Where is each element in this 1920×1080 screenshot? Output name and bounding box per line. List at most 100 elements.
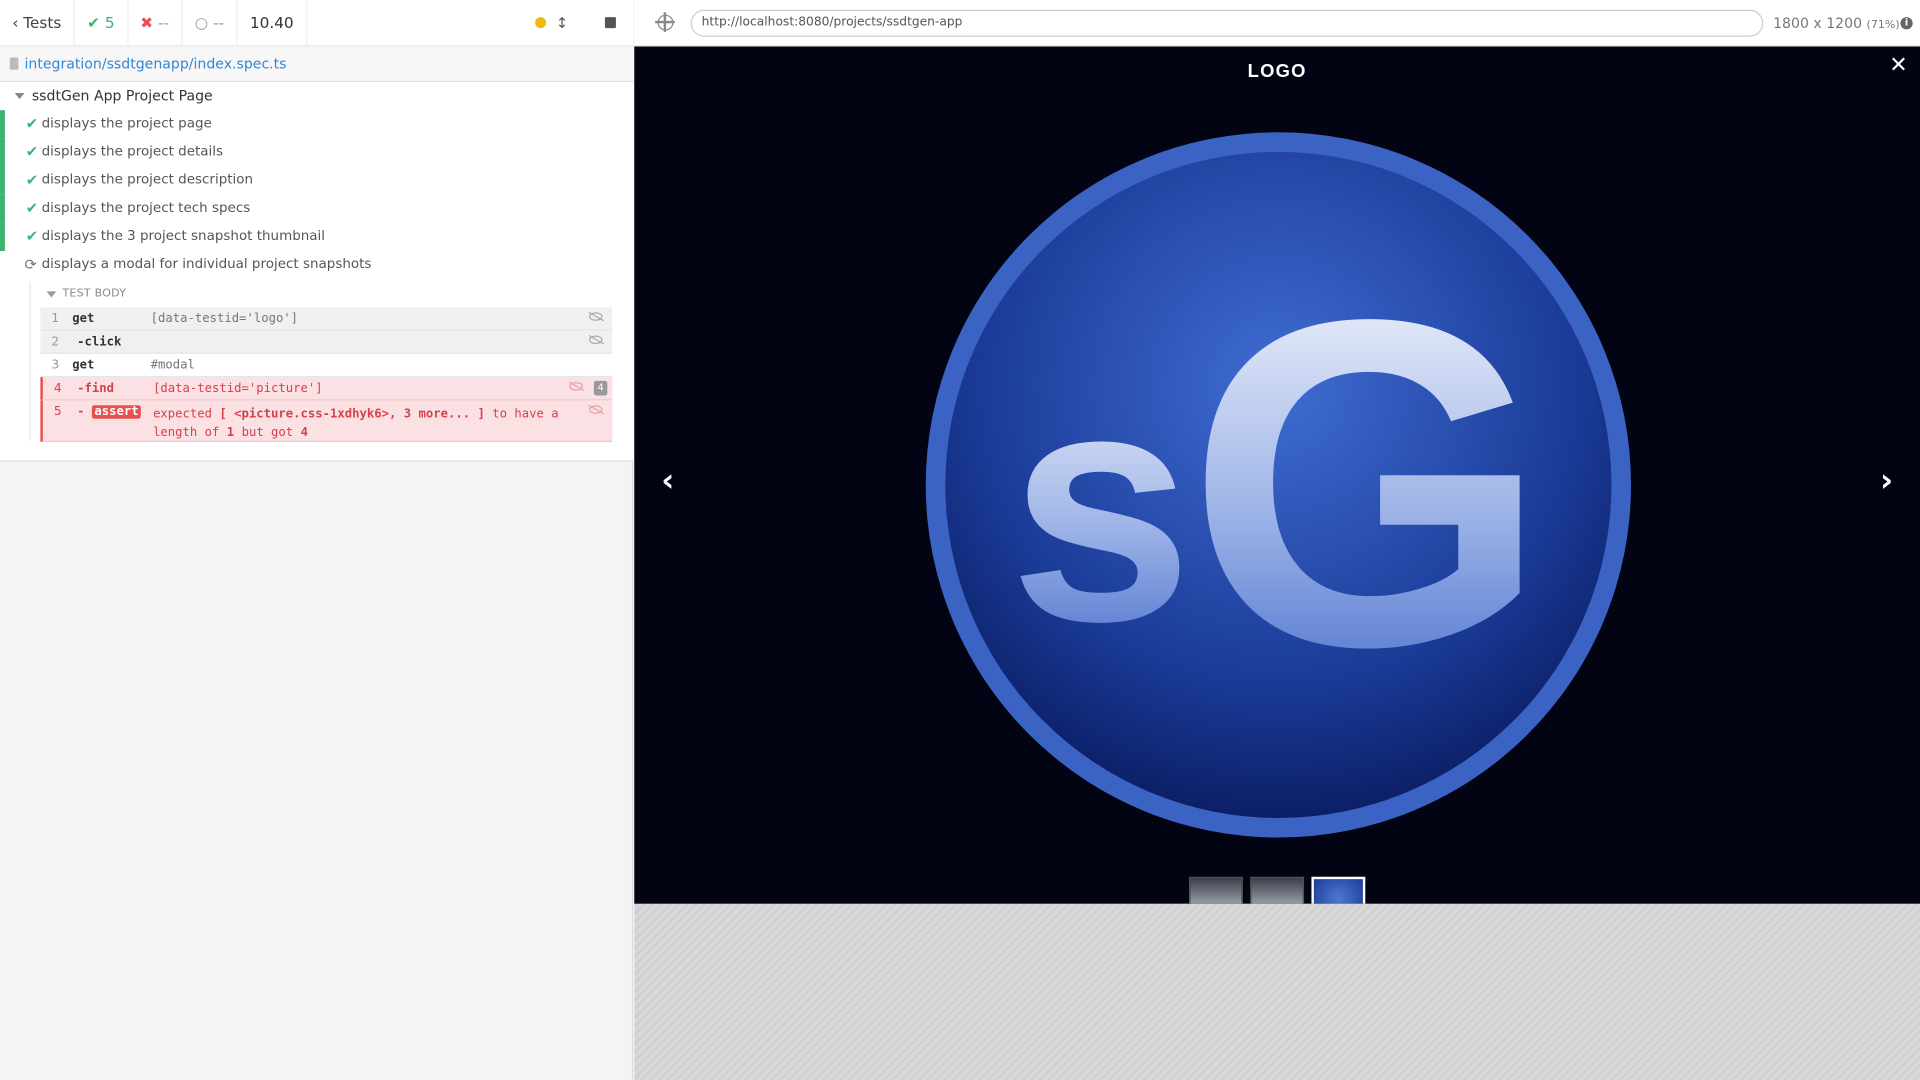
msg-part: [ <picture.css-1xdhyk6>, 3 more... ] bbox=[219, 407, 485, 422]
sg-logo-image: s G bbox=[925, 132, 1632, 838]
check-icon: ✔ bbox=[25, 227, 39, 245]
test-item[interactable]: ✔ displays the project details bbox=[0, 138, 633, 167]
viewport-size: 1800 x 1200 bbox=[1773, 14, 1863, 32]
command-number: 5 bbox=[53, 405, 62, 419]
duration-value: 10.40 bbox=[249, 13, 294, 32]
selector-playground-icon[interactable] bbox=[655, 12, 675, 32]
test-reporter-panel: ‹ Tests ✔ 5 ✖ -- ○ -- 10.40 ↕ integratio… bbox=[0, 0, 634, 1080]
eye-slash-icon bbox=[588, 312, 603, 321]
spec-file-link[interactable]: integration/ssdtgenapp/index.spec.ts bbox=[0, 46, 634, 83]
command-name: -find bbox=[77, 381, 115, 395]
chevron-left-icon: ‹ bbox=[12, 13, 19, 32]
circle-icon: ○ bbox=[194, 13, 209, 32]
aut-header: http://localhost:8080/projects/ssdtgen-a… bbox=[634, 0, 1920, 47]
caret-down-icon bbox=[46, 290, 57, 297]
stop-icon[interactable] bbox=[604, 17, 616, 29]
msg-part: to have a bbox=[492, 407, 559, 422]
modal-title: LOGO bbox=[1247, 61, 1307, 83]
command-name: get bbox=[72, 358, 95, 372]
thumbnail-strip bbox=[1188, 876, 1366, 904]
check-icon: ✔ bbox=[87, 13, 100, 32]
command-row-error[interactable]: 4 -find [data-testid='picture'] 4 bbox=[40, 377, 613, 401]
viewport-info: 1800 x 1200 (71%) bbox=[1773, 15, 1900, 32]
app-under-test: LOGO ✕ ‹ › s G bbox=[634, 46, 1920, 1080]
pending-count[interactable]: ○ -- bbox=[183, 0, 238, 46]
thumbnail-active[interactable] bbox=[1311, 876, 1366, 904]
eye-slash-icon bbox=[588, 335, 603, 345]
check-icon: ✔ bbox=[25, 143, 39, 161]
command-name: get bbox=[72, 311, 95, 326]
passed-bar bbox=[0, 222, 5, 252]
eye-slash-icon bbox=[588, 405, 603, 414]
msg-part: 4 bbox=[300, 426, 308, 440]
test-item[interactable]: ✔ displays the project page bbox=[0, 110, 633, 139]
caret-down-icon bbox=[14, 92, 25, 99]
tests-back-button[interactable]: ‹ Tests bbox=[0, 0, 75, 46]
command-row[interactable]: 3 get #modal bbox=[40, 353, 613, 378]
eye-slash-icon bbox=[569, 382, 583, 391]
passed-bar bbox=[0, 138, 5, 167]
command-message: #modal bbox=[150, 358, 195, 372]
info-icon[interactable]: i bbox=[1900, 17, 1913, 30]
command-message: [data-testid='picture'] bbox=[153, 381, 323, 395]
suite-title[interactable]: ssdtGen App Project Page bbox=[14, 86, 213, 105]
test-body-header[interactable]: TEST BODY bbox=[46, 288, 127, 300]
tests-label: Tests bbox=[23, 13, 62, 32]
check-icon: ✔ bbox=[25, 115, 39, 133]
command-number: 4 bbox=[53, 381, 62, 395]
command-message: [data-testid='logo'] bbox=[150, 311, 299, 326]
chevron-left-icon[interactable]: ‹ bbox=[661, 463, 674, 500]
command-name: - assert bbox=[77, 405, 142, 419]
test-label: displays the 3 project snapshot thumbnai… bbox=[41, 227, 326, 244]
close-icon[interactable]: ✕ bbox=[1889, 53, 1907, 79]
test-label: displays a modal for individual project … bbox=[41, 255, 372, 272]
chevron-right-icon[interactable]: › bbox=[1880, 463, 1893, 500]
passed-count[interactable]: ✔ 5 bbox=[75, 0, 129, 46]
test-item[interactable]: ✔ displays the 3 project snapshot thumbn… bbox=[0, 222, 633, 252]
snapshot-modal: LOGO ✕ ‹ › s G bbox=[634, 46, 1920, 904]
command-number: 3 bbox=[51, 358, 60, 372]
msg-part: but got bbox=[241, 426, 294, 440]
failed-value: -- bbox=[158, 13, 170, 32]
thumbnail[interactable] bbox=[1250, 876, 1305, 904]
command-row-error[interactable]: 5 - assert expected [ <picture.css-1xdhy… bbox=[40, 400, 613, 443]
pending-value: -- bbox=[213, 13, 225, 32]
command-prefix: - bbox=[77, 405, 85, 419]
thumbnail[interactable] bbox=[1188, 876, 1243, 904]
command-row[interactable]: 1 get [data-testid='logo'] bbox=[40, 307, 613, 331]
test-label: displays the project page bbox=[41, 115, 212, 132]
file-icon bbox=[9, 57, 19, 70]
element-count-badge: 4 bbox=[593, 380, 608, 396]
test-label: displays the project details bbox=[41, 143, 224, 160]
command-number: 1 bbox=[51, 311, 60, 326]
check-icon: ✔ bbox=[25, 171, 39, 189]
viewport-zoom: (71%) bbox=[1866, 19, 1900, 32]
test-item[interactable]: ✔ displays the project description bbox=[0, 166, 633, 195]
run-controls: ↕ bbox=[535, 0, 633, 46]
url-bar[interactable]: http://localhost:8080/projects/ssdtgen-a… bbox=[690, 9, 1764, 37]
command-divider bbox=[29, 281, 31, 441]
running-indicator-icon bbox=[535, 17, 547, 29]
command-name: -click bbox=[77, 334, 122, 349]
logo-letter-s: s bbox=[1009, 322, 1193, 691]
check-icon: ✔ bbox=[25, 199, 39, 217]
failed-count[interactable]: ✖ -- bbox=[128, 0, 183, 46]
auto-scroll-icon[interactable]: ↕ bbox=[556, 14, 568, 31]
command-row[interactable]: 2 -click bbox=[40, 330, 613, 354]
msg-part: 1 bbox=[226, 426, 235, 440]
duration: 10.40 bbox=[238, 0, 308, 46]
test-item-running[interactable]: ⟳ displays a modal for individual projec… bbox=[0, 251, 633, 279]
msg-part: length of bbox=[153, 426, 220, 440]
test-item[interactable]: ✔ displays the project tech specs bbox=[0, 194, 633, 223]
command-number: 2 bbox=[51, 334, 60, 349]
passed-value: 5 bbox=[104, 13, 115, 32]
suite-title-text: ssdtGen App Project Page bbox=[31, 86, 213, 105]
logo-letter-g: G bbox=[1187, 223, 1549, 743]
assert-tag: assert bbox=[91, 405, 142, 419]
stats-bar: ‹ Tests ✔ 5 ✖ -- ○ -- 10.40 ↕ bbox=[0, 0, 634, 47]
test-label: displays the project description bbox=[41, 171, 254, 188]
runnable-list: ssdtGen App Project Page ✔ displays the … bbox=[0, 82, 634, 462]
passed-bar bbox=[0, 110, 5, 139]
x-icon: ✖ bbox=[140, 13, 154, 32]
refresh-icon: ⟳ bbox=[24, 255, 37, 274]
